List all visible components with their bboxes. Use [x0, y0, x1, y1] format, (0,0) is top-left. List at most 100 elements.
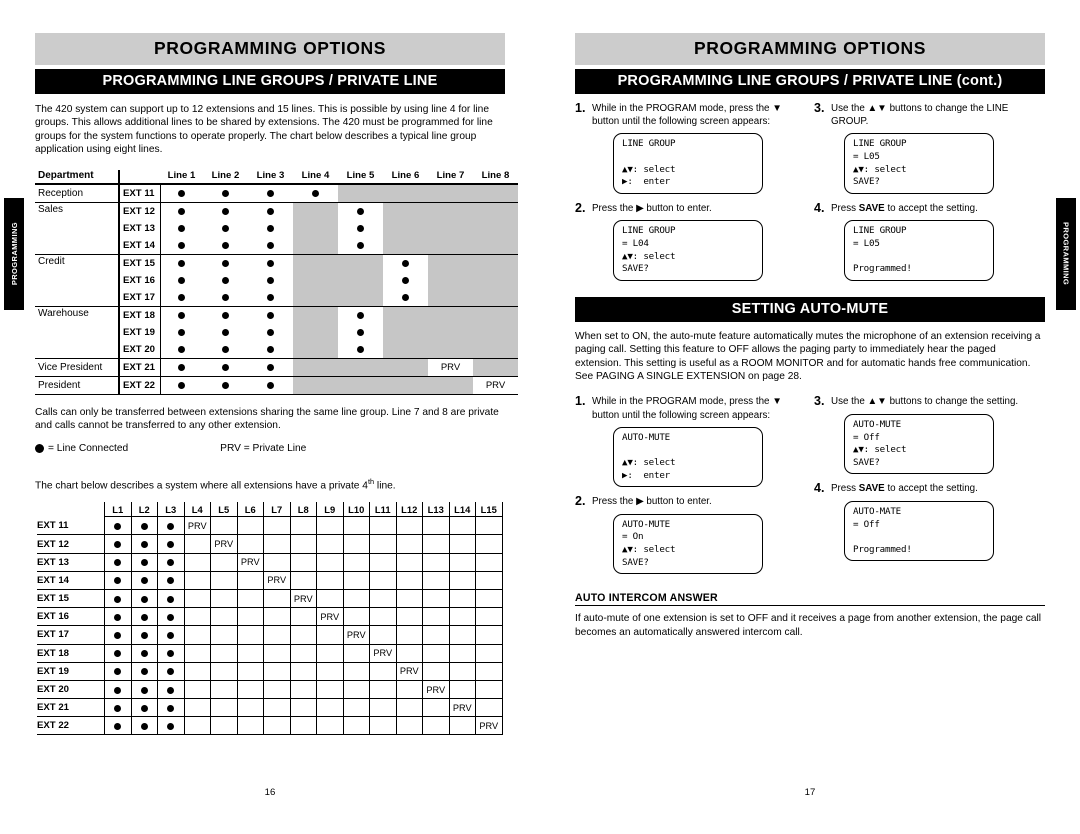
department-cell: Reception: [35, 183, 120, 203]
line-cell-l5: PRV: [210, 534, 238, 554]
line-cell-l1: [104, 625, 132, 645]
table-row: EXT 19 PRV: [37, 661, 503, 681]
th-line-8: Line 8: [473, 169, 518, 185]
line-group-steps-col-left: 1. While in the PROGRAM mode, press the …: [575, 101, 806, 289]
line-cell-l5: [210, 607, 238, 627]
table-row: EXT 22 PRV: [37, 716, 503, 736]
lcd-line-4: SAVE?: [622, 556, 649, 568]
line-cell-2: [203, 272, 248, 289]
line-connected-dot-icon: [267, 310, 274, 321]
line-cell-l1: [104, 607, 132, 627]
intro-paragraph-2: The chart below describes a system where…: [35, 475, 505, 493]
extension-cell: EXT 15: [119, 254, 161, 272]
line-cell-1: [160, 358, 203, 377]
th-l3: L3: [157, 502, 185, 518]
line-cell-l9: [316, 625, 344, 645]
thumb-tab-label: PROGRAMMING: [9, 222, 19, 286]
table-row: Sales EXT 12: [35, 202, 518, 255]
line-connected-dot-icon: [114, 575, 121, 585]
line-cell-l15: [475, 516, 503, 536]
lcd-line-3: ▲▼: select: [622, 456, 676, 468]
line-cell-l15: PRV: [475, 716, 503, 736]
line-cell-8: [473, 202, 518, 220]
lcd-line-1: AUTO-MATE: [853, 505, 901, 517]
line-cell-5: [338, 340, 383, 359]
th-line-5: Line 5: [338, 169, 383, 185]
line-cell-l11: [369, 570, 397, 590]
line-connected-dot-icon: [357, 310, 364, 321]
lcd-line-2: [622, 444, 756, 457]
thumb-tab-programming-right: PROGRAMMING: [1056, 198, 1076, 310]
line-cell-l3: [157, 661, 185, 681]
line-cell-l8: [289, 607, 317, 627]
line-cell-l8: [289, 679, 317, 700]
department-cell: Credit: [35, 254, 120, 307]
line-cell-l11: [369, 716, 397, 736]
line-cell-7: [428, 306, 473, 324]
section-heading-text: PROGRAMMING LINE GROUPS / PRIVATE LINE: [617, 73, 953, 89]
line-cell-4: [293, 254, 338, 272]
line-cell-l6: [236, 698, 264, 718]
line-cell-l5: [210, 643, 238, 663]
line-cell-5: [338, 271, 383, 289]
line-cell-2: [203, 236, 248, 255]
line-cell-l9: [316, 679, 344, 700]
line-cell-l9: [316, 570, 344, 590]
line-connected-dot-icon: [167, 721, 174, 731]
line-cell-l13: [422, 698, 450, 718]
line-cell-l2: [130, 570, 158, 590]
lcd-line-1: AUTO-MUTE: [853, 418, 901, 430]
line-cell-l7: [263, 534, 291, 554]
line-cell-6: [383, 183, 428, 203]
department-cell: Vice President: [35, 358, 120, 377]
line-connected-dot-icon: [312, 188, 319, 199]
line-cell-6: [383, 376, 428, 395]
extension-cell: EXT 12: [37, 534, 105, 554]
line-cell-l10: [342, 516, 370, 536]
line-cell-l14: [448, 552, 476, 572]
line-cell-l2: [130, 588, 158, 609]
line-cell-l3: [157, 570, 185, 590]
auto-mute-steps-col-right: 3. Use the ▲▼ buttons to change the sett…: [814, 395, 1045, 582]
line-cell-l3: [157, 625, 185, 645]
line-cell-3: [248, 376, 293, 395]
line-connected-dot-icon: [222, 344, 229, 355]
line-cell-l13: [422, 716, 450, 736]
line-cell-6: [383, 288, 428, 307]
page-title-left: PROGRAMMING OPTIONS: [35, 33, 505, 65]
private-line-chart-table: L1 L2 L3 L4 L5 L6 L7 L8 L9 L10 L11 L12 L13 L14 L15 EXT …: [37, 502, 503, 736]
line-cell-8: [473, 323, 518, 341]
line-cell-8: PRV: [473, 376, 518, 395]
line-cell-2: [203, 324, 248, 341]
am-step-2-text: Press the ▶ button to enter.: [592, 495, 806, 509]
line-connected-dot-icon: [267, 275, 274, 286]
th-l15: L15: [475, 502, 503, 518]
line-cell-l7: [263, 643, 291, 663]
line-cell-l13: [422, 570, 450, 590]
line-cell-l3: [157, 698, 185, 718]
lcd-line-1: AUTO-MUTE: [622, 431, 670, 443]
line-cell-l3: [157, 534, 185, 554]
line-cell-4: [293, 219, 338, 237]
line-connected-dot-icon: [222, 362, 229, 373]
line-cell-l14: [448, 716, 476, 736]
line-cell-l12: [395, 607, 423, 627]
extension-cell: EXT 22: [37, 716, 105, 736]
line-cell-4: [293, 183, 338, 203]
am-step-1: 1. While in the PROGRAM mode, press the …: [575, 394, 806, 421]
line-cell-4: [293, 358, 338, 377]
line-cell-l11: [369, 661, 397, 681]
line-cell-4: [293, 323, 338, 341]
line-cell-6: [383, 202, 428, 220]
line-cell-1: [160, 272, 203, 289]
line-cell-l11: [369, 607, 397, 627]
line-cell-l6: PRV: [236, 552, 264, 572]
line-cell-l10: [342, 698, 370, 718]
line-cell-l11: [369, 698, 397, 718]
lcd-line-4: ▶: enter: [622, 469, 670, 481]
line-cell-l12: PRV: [395, 661, 423, 681]
line-cell-4: [293, 236, 338, 255]
am-step-3-number: 3.: [814, 394, 825, 409]
line-connected-dot-icon: [141, 612, 148, 622]
lcd-line-3: ▲▼: select: [622, 163, 676, 175]
